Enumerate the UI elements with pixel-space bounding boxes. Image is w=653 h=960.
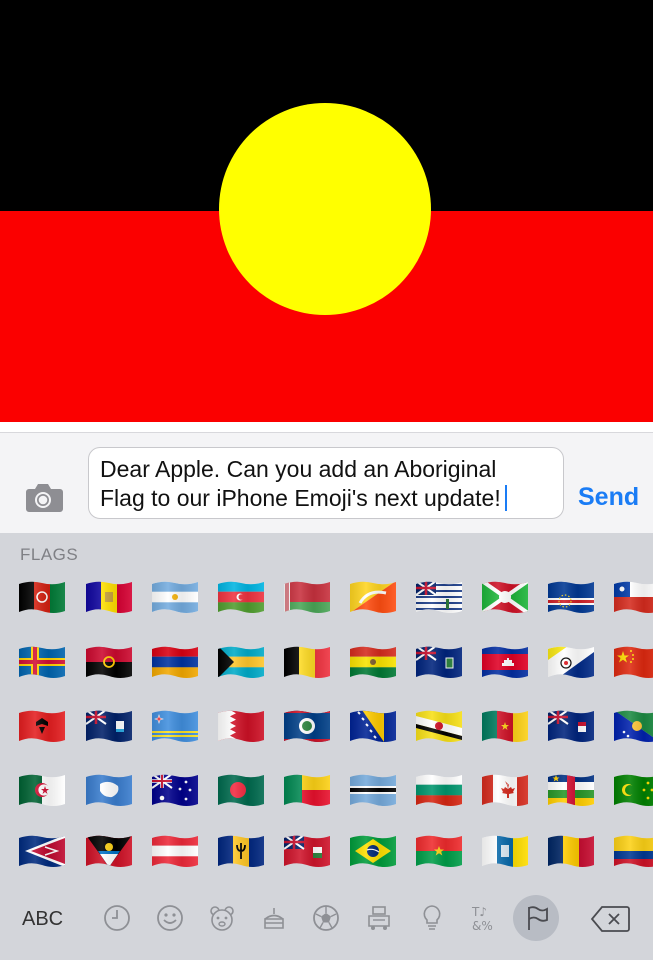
travel-icon[interactable] — [364, 903, 394, 933]
flag-bosnia-icon[interactable] — [350, 710, 396, 742]
symbols-icon[interactable]: T♪ &% — [469, 903, 499, 933]
flag-category-icon[interactable] — [513, 895, 559, 941]
section-title: FLAGS — [20, 545, 79, 564]
flag-bhutan-icon[interactable] — [350, 581, 396, 613]
flag-bulgaria-icon[interactable] — [416, 774, 462, 806]
flag-barbados-icon[interactable] — [218, 835, 264, 867]
flag-bolivia-icon[interactable] — [350, 646, 396, 678]
flag-belarus-icon[interactable] — [284, 581, 330, 613]
recent-icon[interactable] — [102, 903, 132, 933]
flag-caribbean-netherlands-icon[interactable] — [548, 646, 594, 678]
flag-christmas-island-icon[interactable] — [614, 710, 653, 742]
food-icon[interactable] — [259, 903, 289, 933]
flag-burundi-icon[interactable] — [482, 581, 528, 613]
text-caret — [504, 485, 507, 511]
flag-andorra-icon[interactable] — [86, 581, 132, 613]
flag-afghanistan-icon[interactable] — [19, 581, 65, 613]
activity-icon[interactable] — [311, 903, 341, 933]
delete-key-icon[interactable] — [590, 905, 630, 933]
flag-cambodia-icon[interactable] — [482, 646, 528, 678]
message-text-line-1: Dear Apple. Can you add an Aboriginal — [100, 456, 497, 482]
emoji-keyboard: FLAGS ABC T♪ &% — [0, 533, 653, 960]
flag-austria-icon[interactable] — [152, 835, 198, 867]
flag-chad-icon[interactable] — [548, 835, 594, 867]
message-text-line-2: Flag to our iPhone Emoji's next update! — [100, 484, 553, 513]
aboriginal-flag-image — [0, 0, 653, 422]
flag-botswana-icon[interactable] — [350, 774, 396, 806]
lightbulb-icon[interactable] — [417, 903, 447, 933]
flag-canary-islands-icon[interactable] — [482, 835, 528, 867]
send-button[interactable]: Send — [578, 483, 639, 512]
flag-cayman-islands-icon[interactable] — [548, 710, 594, 742]
message-text-line-2-content: Flag to our iPhone Emoji's next update! — [100, 485, 501, 511]
flag-antigua-barbuda-icon[interactable] — [86, 835, 132, 867]
flag-brazil-icon[interactable] — [350, 835, 396, 867]
flag-cameroon-icon[interactable] — [482, 710, 528, 742]
flag-albania-icon[interactable] — [19, 710, 65, 742]
message-input[interactable]: Dear Apple. Can you add an Aboriginal Fl… — [88, 447, 564, 519]
flag-benin-icon[interactable] — [284, 774, 330, 806]
flag-aruba-icon[interactable] — [152, 710, 198, 742]
flag-bahamas-icon[interactable] — [218, 646, 264, 678]
flag-antarctica-icon[interactable] — [86, 774, 132, 806]
flag-algeria-icon[interactable] — [19, 774, 65, 806]
flag-chile-icon[interactable] — [614, 581, 653, 613]
flag-brunei-icon[interactable] — [416, 710, 462, 742]
flag-british-virgin-islands-icon[interactable] — [416, 646, 462, 678]
keyboard-category-bar: ABC T♪ &% — [0, 878, 653, 960]
flag-cocos-islands-icon[interactable] — [614, 774, 653, 806]
flag-central-african-republic-icon[interactable] — [548, 774, 594, 806]
flag-cape-verde-icon[interactable] — [548, 581, 594, 613]
camera-icon[interactable] — [22, 481, 64, 513]
flag-british-indian-ocean-territory-icon[interactable] — [416, 581, 462, 613]
svg-text:&%: &% — [472, 919, 493, 933]
flag-argentina-icon[interactable] — [152, 581, 198, 613]
flag-belgium-icon[interactable] — [284, 646, 330, 678]
flag-angola-icon[interactable] — [86, 646, 132, 678]
flag-azerbaijan-icon[interactable] — [218, 581, 264, 613]
flag-burkina-faso-icon[interactable] — [416, 835, 462, 867]
flag-china-icon[interactable] — [614, 646, 653, 678]
flag-armenia-icon[interactable] — [152, 646, 198, 678]
flag-aland-islands-icon[interactable] — [19, 646, 65, 678]
flag-bangladesh-icon[interactable] — [218, 774, 264, 806]
smiley-icon[interactable] — [155, 903, 185, 933]
animal-icon[interactable] — [207, 903, 237, 933]
flag-colombia-icon[interactable] — [614, 835, 653, 867]
flag-yellow-circle — [219, 103, 431, 315]
flag-australia-icon[interactable] — [152, 774, 198, 806]
message-compose-bar: Dear Apple. Can you add an Aboriginal Fl… — [0, 432, 653, 533]
flag-bahrain-icon[interactable] — [218, 710, 264, 742]
flag-anguilla-icon[interactable] — [86, 710, 132, 742]
flag-belize-icon[interactable] — [284, 710, 330, 742]
abc-button[interactable]: ABC — [22, 908, 63, 931]
flag-american-samoa-icon[interactable] — [19, 835, 65, 867]
svg-text:T♪: T♪ — [471, 905, 487, 919]
flag-bermuda-icon[interactable] — [284, 835, 330, 867]
flag-canada-icon[interactable] — [482, 774, 528, 806]
